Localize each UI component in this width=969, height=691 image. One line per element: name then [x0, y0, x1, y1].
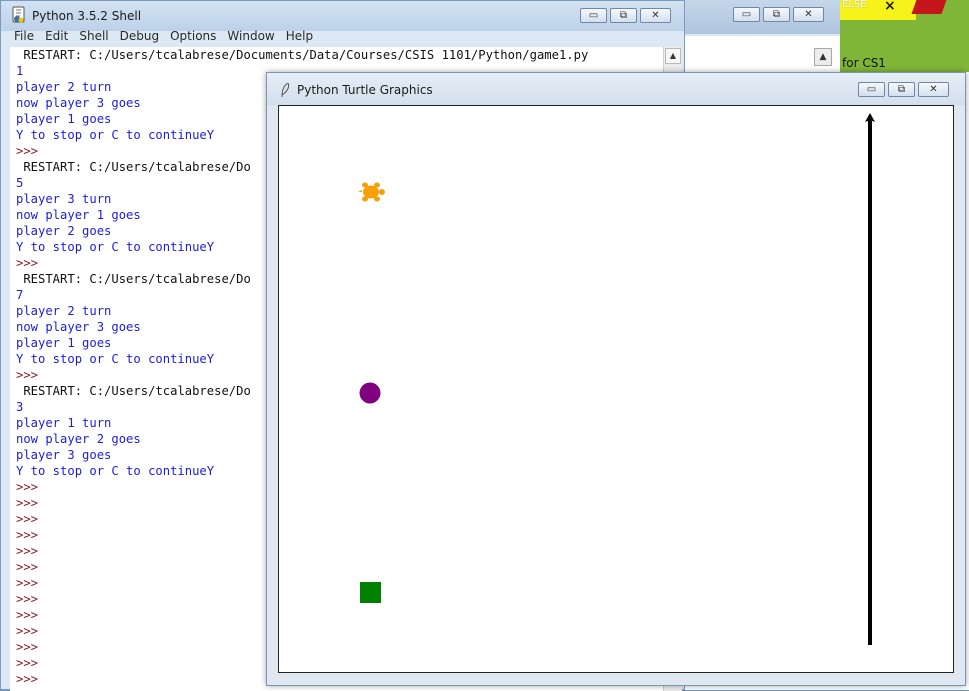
purple-circle [359, 382, 381, 404]
close-button[interactable]: ✕ [640, 8, 671, 23]
maximize-icon: ⧉ [772, 8, 781, 20]
minimize-button[interactable]: ▭ [858, 82, 885, 97]
shell-title: Python 3.5.2 Shell [32, 9, 142, 23]
scroll-up-button[interactable]: ▲ [814, 48, 832, 66]
minimize-button[interactable]: ▭ [733, 7, 760, 22]
turtle-icon [358, 182, 385, 202]
turtle-titlebar: Python Turtle Graphics ▭ ⧉ ✕ [267, 73, 965, 105]
maximize-button[interactable]: ⧉ [763, 7, 790, 22]
menu-shell[interactable]: Shell [74, 29, 114, 47]
turtle-drawing [358, 113, 875, 645]
minimize-button[interactable]: ▭ [580, 8, 607, 23]
side-label: for CS1 [842, 56, 886, 70]
banner-red-shape [911, 0, 947, 14]
minimize-icon: ▭ [588, 9, 599, 21]
turtle-canvas[interactable] [278, 105, 954, 673]
close-icon: ✕ [929, 83, 938, 95]
banner-close-icon[interactable]: × [884, 0, 896, 14]
close-button[interactable]: ✕ [793, 7, 824, 22]
menu-window[interactable]: Window [222, 29, 280, 47]
turtle-window-controls: ▭ ⧉ ✕ [858, 82, 949, 97]
menu-debug[interactable]: Debug [115, 29, 165, 47]
shell-titlebar: Python 3.5.2 Shell ▭ ⧉ ✕ [1, 1, 684, 31]
maximize-button[interactable]: ⧉ [888, 82, 915, 97]
turtle-graphics-window: Python Turtle Graphics ▭ ⧉ ✕ [266, 72, 966, 686]
minimize-icon: ▭ [866, 83, 877, 95]
banner-tab: ELSE [840, 0, 916, 20]
turtle-title: Python Turtle Graphics [297, 83, 433, 97]
close-button[interactable]: ✕ [918, 82, 949, 97]
maximize-icon: ⧉ [619, 9, 628, 21]
green-square [360, 582, 381, 603]
maximize-icon: ⧉ [897, 83, 906, 95]
python-idle-icon [12, 6, 25, 23]
shell-window-controls: ▭ ⧉ ✕ [580, 8, 671, 23]
feather-icon [281, 82, 290, 98]
shell-restart-line: RESTART: C:/Users/tcalabrese/Documents/D… [16, 48, 589, 62]
maximize-button[interactable]: ⧉ [610, 8, 637, 23]
menu-file[interactable]: File [9, 29, 40, 47]
menu-bar: File Edit Shell Debug Options Window Hel… [9, 29, 319, 47]
banner-text: ELSE [842, 0, 867, 10]
menu-edit[interactable]: Edit [40, 29, 74, 47]
minimize-icon: ▭ [741, 8, 752, 20]
close-icon: ✕ [651, 9, 660, 21]
menu-options[interactable]: Options [165, 29, 222, 47]
close-icon: ✕ [804, 8, 813, 20]
background-window-controls: ▭ ⧉ ✕ [733, 7, 824, 22]
scroll-up-arrow-icon[interactable]: ▲ [665, 48, 681, 64]
menu-help[interactable]: Help [281, 29, 319, 47]
